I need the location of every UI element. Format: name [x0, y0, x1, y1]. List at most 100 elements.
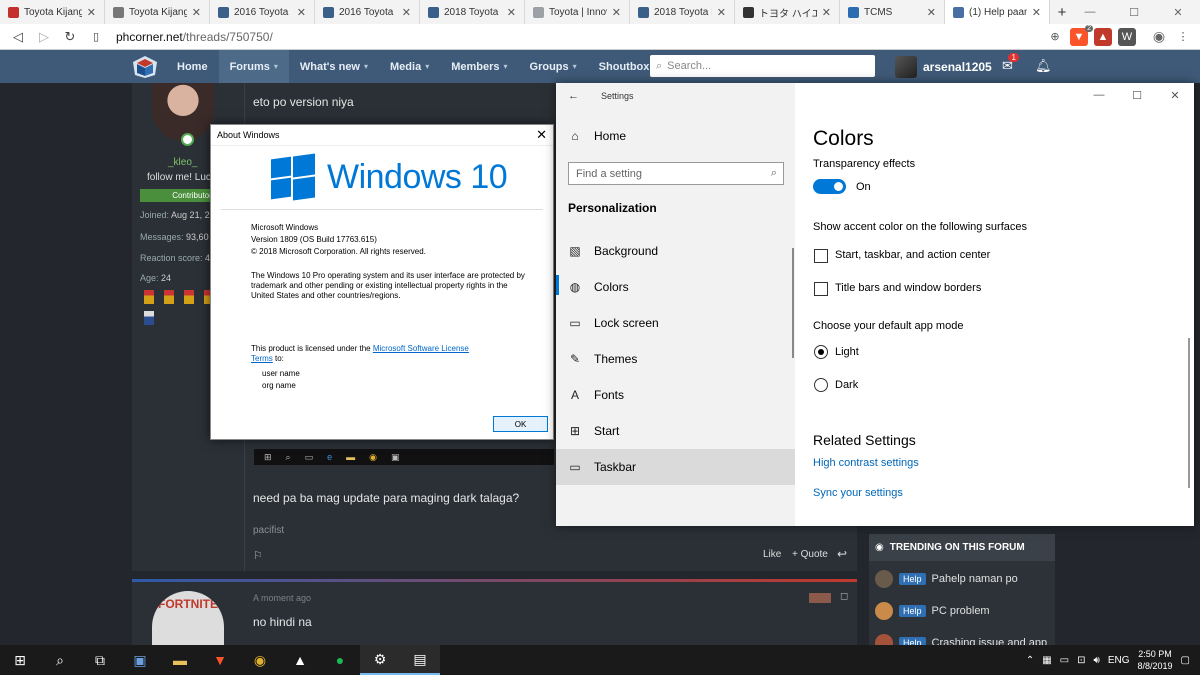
nav-item-media[interactable]: Media ▾	[379, 50, 440, 83]
quote-button[interactable]: + Quote	[792, 549, 828, 560]
nav-item-home[interactable]: Home	[166, 50, 219, 83]
extension-red-icon[interactable]: ▲	[1094, 27, 1112, 46]
browser-tab[interactable]: 2018 Toyota Fo ✕	[630, 0, 735, 24]
file-explorer-icon[interactable]: ▬	[160, 645, 200, 675]
browser-tab[interactable]: Toyota | Innova ✕	[525, 0, 630, 24]
close-tab-icon[interactable]: ✕	[612, 6, 621, 19]
url-field[interactable]: phcorner.net/threads/750750/	[112, 30, 1040, 44]
browser-tab[interactable]: TCMS ✕	[840, 0, 945, 24]
network-icon[interactable]: ⊡	[1077, 655, 1085, 666]
post-2-time[interactable]: A moment ago	[253, 593, 311, 603]
start-button-icon[interactable]: ⊞	[0, 645, 40, 675]
volume-icon[interactable]: 🔊︎	[1094, 655, 1100, 666]
close-tab-icon[interactable]: ✕	[927, 6, 936, 19]
phcorner-app-icon[interactable]: ▣	[120, 645, 160, 675]
nav-item-what-s-new[interactable]: What's new ▾	[289, 50, 379, 83]
user-menu[interactable]: arsenal1205	[895, 56, 992, 78]
close-tab-icon[interactable]: ✕	[717, 6, 726, 19]
accent-titlebar-checkbox[interactable]	[814, 282, 828, 296]
settings-home[interactable]: ⌂ Home	[568, 129, 626, 143]
chevron-down-icon[interactable]: ▾	[364, 62, 368, 71]
browser-tab[interactable]: Toyota Kijang In ✕	[0, 0, 105, 24]
bookmark-icon[interactable]: ▯	[86, 27, 106, 47]
close-tab-icon[interactable]: ✕	[507, 6, 516, 19]
mode-dark-radio[interactable]	[814, 378, 828, 392]
close-tab-icon[interactable]: ✕	[1032, 6, 1041, 19]
close-tab-icon[interactable]: ✕	[297, 6, 306, 19]
language-indicator[interactable]: ENG	[1108, 655, 1130, 666]
close-icon[interactable]: ✕	[1156, 0, 1200, 24]
close-icon[interactable]: ✕	[536, 127, 547, 143]
high-contrast-link[interactable]: High contrast settings	[813, 457, 919, 469]
settings-nav-background[interactable]: ▧ Background	[568, 244, 658, 258]
search-input[interactable]: ⌕ Search...	[650, 55, 875, 77]
help-tag[interactable]: Help	[899, 573, 926, 585]
maximize-icon[interactable]: ☐	[1112, 0, 1156, 24]
sidebar-scrollbar[interactable]	[792, 248, 794, 358]
nav-item-members[interactable]: Members ▾	[440, 50, 518, 83]
trending-item[interactable]: Help PC problem	[875, 602, 990, 620]
chevron-down-icon[interactable]: ▾	[425, 62, 429, 71]
find-setting-input[interactable]: Find a setting ⌕	[568, 162, 784, 185]
search-icon[interactable]: ⌕	[40, 645, 80, 675]
settings-nav-themes[interactable]: ✎ Themes	[568, 352, 637, 366]
bookmark-icon[interactable]: ◻	[840, 591, 848, 602]
task-view-icon[interactable]: ⧉	[80, 645, 120, 675]
brave-shield-icon[interactable]: ▼ 2	[1070, 24, 1093, 46]
back-arrow-icon[interactable]: ←	[568, 90, 579, 102]
reload-icon[interactable]: ↻	[60, 27, 80, 47]
zoom-icon[interactable]: ⊕	[1046, 28, 1064, 46]
poster-name[interactable]: _kleo_	[168, 157, 197, 168]
report-flag-icon[interactable]: ⚐	[253, 549, 263, 562]
alerts-bell-icon[interactable]: 🔔︎	[1035, 58, 1052, 74]
sync-settings-link[interactable]: Sync your settings	[813, 487, 903, 499]
chevron-down-icon[interactable]: ▾	[274, 62, 278, 71]
mode-light-radio[interactable]	[814, 345, 828, 359]
close-tab-icon[interactable]: ✕	[402, 6, 411, 19]
profile-icon[interactable]: ◉	[1150, 28, 1168, 46]
close-tab-icon[interactable]: ✕	[192, 6, 201, 19]
nav-item-groups[interactable]: Groups ▾	[519, 50, 588, 83]
tray-overflow-icon[interactable]: ⌃	[1026, 655, 1034, 666]
clock[interactable]: 2:50 PM 8/8/2019	[1138, 648, 1173, 672]
about-windows-app-icon[interactable]: ▤	[400, 645, 440, 675]
content-scrollbar[interactable]	[1188, 338, 1190, 488]
chrome-icon[interactable]: ◉	[240, 645, 280, 675]
spotify-icon[interactable]: ●	[320, 645, 360, 675]
transparency-toggle[interactable]	[813, 179, 846, 194]
notifications-icon[interactable]: ▢	[1181, 655, 1190, 666]
tray-app-icon[interactable]: ▦	[1042, 655, 1051, 666]
close-icon[interactable]: ✕	[1156, 83, 1194, 107]
nav-item-forums[interactable]: Forums ▾	[218, 50, 289, 83]
browser-tab[interactable]: トヨタ ハイエース ✕	[735, 0, 840, 24]
like-button[interactable]: Like	[763, 549, 781, 560]
browser-tab[interactable]: 2016 Toyota Inn ✕	[210, 0, 315, 24]
minimize-icon[interactable]: —	[1068, 0, 1112, 24]
reply-icon[interactable]: ↩	[837, 547, 847, 561]
extension-w-icon[interactable]: W	[1118, 27, 1136, 46]
settings-gear-icon[interactable]: ⚙	[360, 645, 400, 675]
brave-icon[interactable]: ▼	[200, 645, 240, 675]
ok-button[interactable]: OK	[493, 416, 548, 432]
browser-tab[interactable]: 2016 Toyota Inn ✕	[315, 0, 420, 24]
browser-tab[interactable]: Toyota Kijang ✕	[105, 0, 210, 24]
trending-item[interactable]: Help Pahelp naman po	[875, 570, 1018, 588]
minimize-icon[interactable]: —	[1080, 83, 1118, 107]
settings-nav-start[interactable]: ⊞ Start	[568, 424, 619, 438]
accent-start-checkbox[interactable]	[814, 249, 828, 263]
usb-icon[interactable]: ▭	[1060, 655, 1069, 666]
back-icon[interactable]: ◁	[8, 27, 28, 47]
help-tag[interactable]: Help	[899, 605, 926, 617]
settings-nav-taskbar[interactable]: ▭ Taskbar	[568, 460, 636, 474]
browser-tab[interactable]: 2018 Toyota Inn ✕	[420, 0, 525, 24]
settings-nav-lock-screen[interactable]: ▭ Lock screen	[568, 316, 658, 330]
phcorner-logo[interactable]	[132, 55, 158, 79]
close-tab-icon[interactable]: ✕	[87, 6, 96, 19]
browser-tab[interactable]: (1) Help paano ✕	[945, 0, 1050, 24]
chevron-down-icon[interactable]: ▾	[504, 62, 508, 71]
menu-icon[interactable]: ⋮	[1174, 28, 1192, 46]
settings-nav-colors[interactable]: ◍ Colors	[568, 280, 629, 294]
chevron-down-icon[interactable]: ▾	[573, 62, 577, 71]
maximize-icon[interactable]: ☐	[1118, 83, 1156, 107]
inbox-icon[interactable]: ✉ 1	[1002, 53, 1019, 74]
